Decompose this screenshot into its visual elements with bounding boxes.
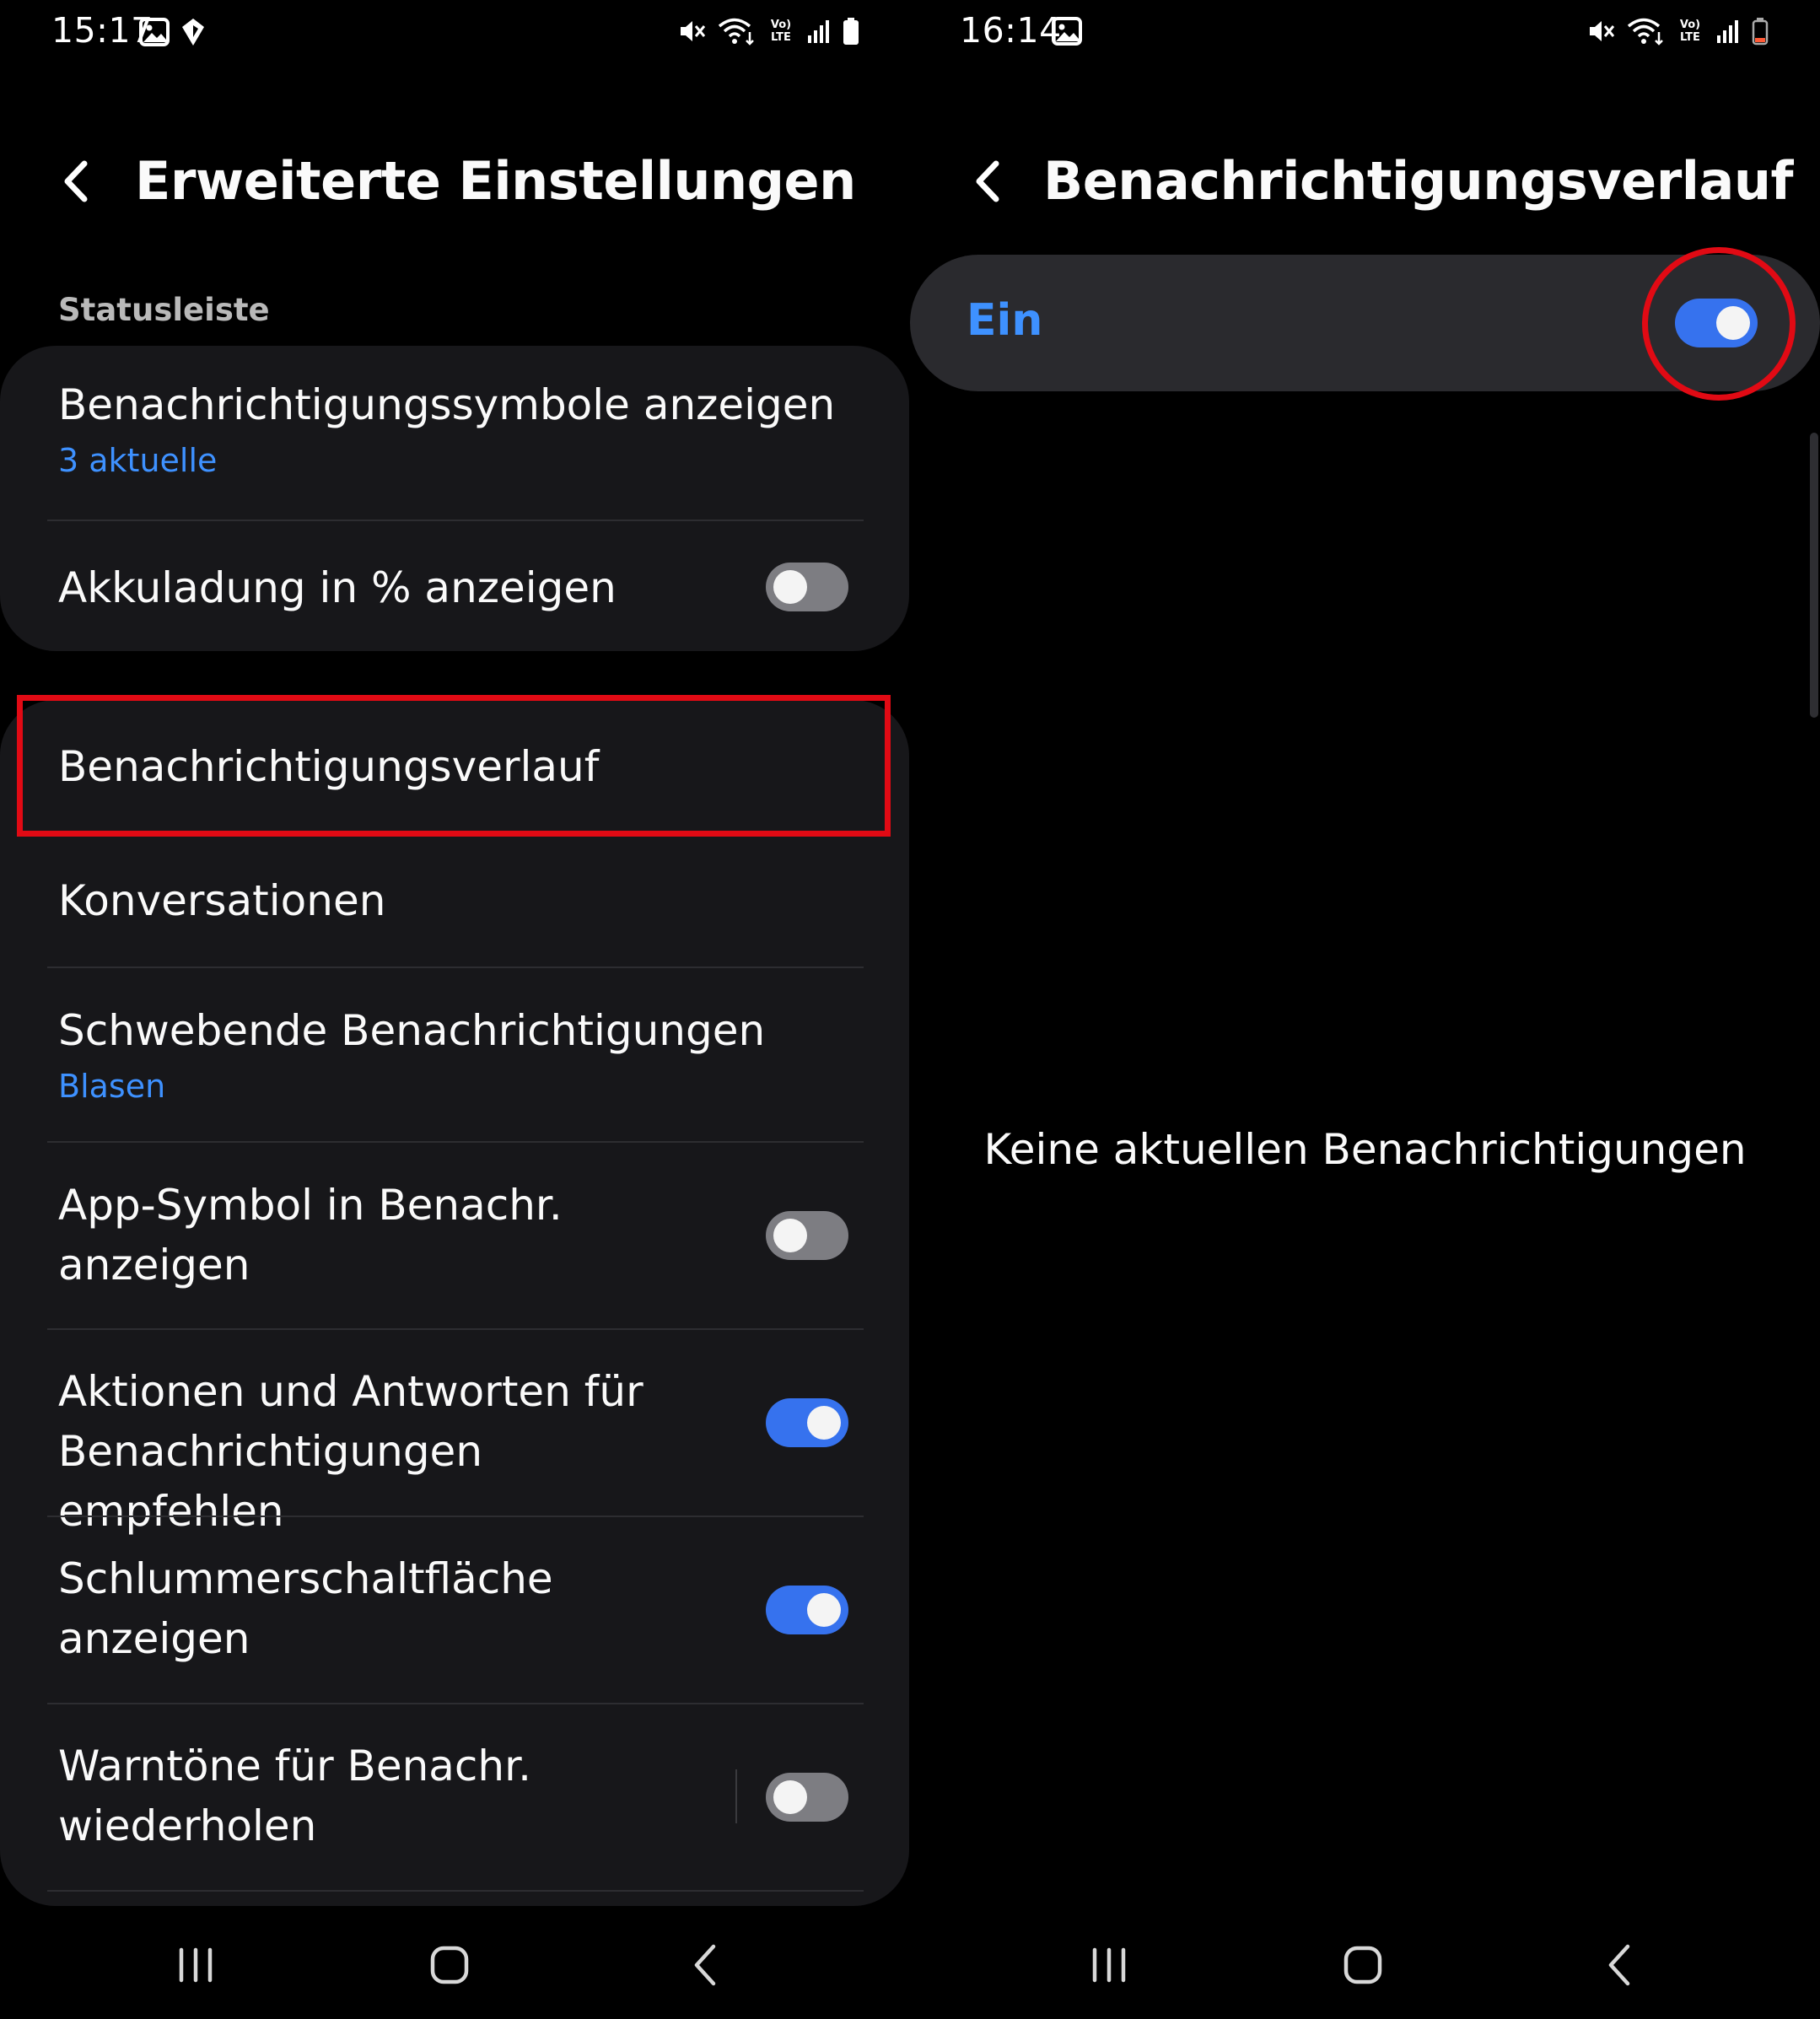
mute-icon [1590,21,1615,41]
back-button[interactable] [962,152,1013,211]
chevron-left-icon [976,160,999,202]
divider [47,520,864,521]
image-icon [139,18,170,46]
home-icon [430,1946,469,1984]
setting-title: Schwebende Benachrichtigungen [58,1006,766,1055]
volte-icon: Vo) LTE [1676,17,1704,46]
signal-icon [808,20,829,43]
status-time: 15:17 [51,10,153,51]
toggle-knob [773,1780,807,1814]
recent-apps-button[interactable] [153,1931,238,1999]
recent-apps-button[interactable] [1067,1931,1151,1999]
setting-title: Konversationen [58,876,386,925]
divider [47,1141,864,1143]
wifi-icon [718,18,754,46]
divider [47,966,864,968]
settings-card-notifications: Benachrichtigungsverlauf Konversationen … [0,700,909,1906]
repeat-alerts-toggle[interactable] [766,1773,848,1822]
signal-icon [1717,20,1738,43]
divider [47,1328,864,1330]
divider [47,1890,864,1892]
setting-title-line1: App-Symbol in Benachr. [58,1181,563,1230]
master-switch-label: Ein [967,295,1043,346]
battery-low-icon [1752,18,1769,46]
home-icon [1343,1946,1382,1984]
back-icon [694,1944,716,1986]
toggle-knob [773,570,807,604]
setting-title: Akkuladung in % anzeigen [58,563,617,612]
snooze-button-toggle[interactable] [766,1586,848,1634]
setting-title-line1: Aktionen und Antworten für [58,1367,643,1416]
back-icon [1608,1944,1630,1986]
status-time: 16:14 [960,10,1062,51]
suggest-actions-toggle[interactable] [766,1398,848,1447]
setting-title-line2: Benachrichtigungen empfehlen [58,1427,483,1536]
toggle-knob [807,1406,841,1440]
setting-conversations[interactable]: Konversationen [58,871,850,931]
setting-title-line1: Schlummerschaltfläche [58,1554,553,1603]
setting-repeat-alerts[interactable]: Warntöne für Benachr. wiederholen [58,1736,707,1856]
scroll-indicator[interactable] [1810,433,1818,718]
page-title: Benachrichtigungsverlauf [1043,150,1793,212]
nav-back-button[interactable] [1577,1931,1661,1999]
recent-apps-icon [1092,1947,1126,1983]
setting-notification-icons[interactable]: Benachrichtigungssymbole anzeigen 3 aktu… [58,375,850,482]
setting-title: Benachrichtigungssymbole anzeigen [58,380,836,429]
vertical-separator [735,1769,737,1823]
app-bar: Benachrichtigungsverlauf [910,135,1820,228]
back-button[interactable] [51,152,101,211]
volte-icon: Vo) LTE [767,17,795,46]
highlight-circle [1642,247,1796,401]
setting-subtitle: 3 aktuelle [58,442,218,479]
setting-subtitle: Blasen [58,1068,166,1105]
navigation-bar [910,1931,1820,1999]
divider [47,1516,864,1517]
status-bar: 15:17 Vo) LTE [0,0,910,63]
chevron-left-icon [64,160,88,202]
left-screen: 15:17 Vo) LTE Erweiterte Einstellungen S… [0,0,910,2019]
navigation-bar [0,1931,910,1999]
status-bar: 16:14 Vo) LTE [910,0,1820,63]
setting-snooze-button[interactable]: Schlummerschaltfläche anzeigen [58,1549,707,1669]
setting-floating-notifications[interactable]: Schwebende Benachrichtigungen Blasen [58,1001,850,1108]
app-bar: Erweiterte Einstellungen [0,135,910,228]
shield-icon [182,19,204,46]
section-label-statusleiste: Statusleiste [58,292,270,328]
setting-title-line2: anzeigen [58,1241,250,1289]
setting-title-line2: anzeigen [58,1614,250,1663]
setting-title-line1: Warntöne für Benachr. [58,1742,531,1790]
mute-icon [681,21,706,41]
volte-bottom-text: LTE [771,31,791,44]
volte-bottom-text: LTE [1680,31,1700,44]
home-button[interactable] [407,1931,492,1999]
toggle-knob [807,1593,841,1627]
highlight-rectangle [17,695,891,837]
wifi-icon [1627,18,1663,46]
battery-percent-toggle[interactable] [766,563,848,611]
page-title: Erweiterte Einstellungen [135,150,856,212]
empty-state-message: Keine aktuellen Benachrichtigungen [983,1125,1747,1174]
volte-top-text: Vo) [770,19,792,31]
setting-title-line2: wiederholen [58,1801,317,1850]
settings-card-statusbar: Benachrichtigungssymbole anzeigen 3 aktu… [0,346,909,651]
setting-battery-percent[interactable]: Akkuladung in % anzeigen [58,558,850,618]
divider [47,1703,864,1704]
battery-icon [843,18,859,45]
recent-apps-icon [179,1947,213,1983]
app-icon-toggle[interactable] [766,1211,848,1260]
setting-app-icon[interactable]: App-Symbol in Benachr. anzeigen [58,1176,707,1295]
image-icon [1052,17,1082,46]
nav-back-button[interactable] [663,1931,747,1999]
volte-top-text: Vo) [1679,19,1701,31]
toggle-knob [773,1219,807,1252]
home-button[interactable] [1321,1931,1405,1999]
